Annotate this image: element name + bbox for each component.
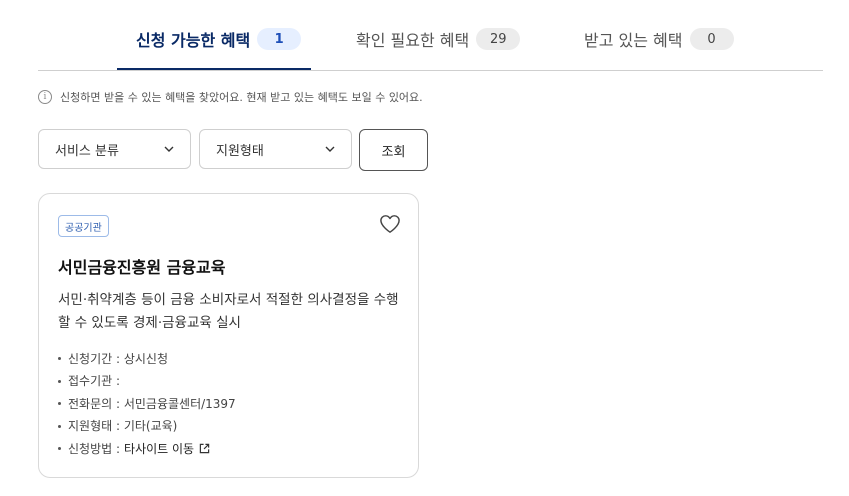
agency-tag: 공공기관 — [58, 215, 109, 237]
tab-needs-check[interactable]: 확인 필요한 혜택 29 — [356, 24, 521, 54]
benefit-tabs: 신청 가능한 혜택 1 확인 필요한 혜택 29 받고 있는 혜택 0 — [38, 0, 823, 71]
external-site-link-label: 타사이트 이동 — [124, 441, 195, 456]
meta-office: 접수기관 : — [58, 370, 236, 393]
category-select[interactable]: 서비스 분류 — [38, 129, 191, 169]
info-text: 신청하면 받을 수 있는 혜택을 찾았어요. 현재 받고 있는 혜택도 보일 수… — [60, 91, 423, 104]
support-type-select[interactable]: 지원형태 — [199, 129, 352, 169]
tab-available-label: 신청 가능한 혜택 — [136, 31, 251, 50]
meta-type: 지원형태 : 기타(교육) — [58, 415, 236, 438]
card-title[interactable]: 서민금융진흥원 금융교육 — [58, 254, 226, 278]
tab-needs-check-label: 확인 필요한 혜택 — [356, 31, 470, 50]
support-type-select-value: 지원형태 — [216, 143, 264, 159]
benefit-card[interactable]: 공공기관 서민금융진흥원 금융교육 서민·취약계층 등이 금융 소비자로서 적절… — [38, 193, 419, 478]
heart-icon[interactable] — [379, 214, 401, 234]
chevron-down-icon — [325, 146, 335, 152]
tab-available[interactable]: 신청 가능한 혜택 1 — [136, 24, 302, 54]
info-icon: i — [38, 90, 52, 104]
tab-receiving-label: 받고 있는 혜택 — [584, 31, 683, 50]
tab-receiving[interactable]: 받고 있는 혜택 0 — [584, 24, 734, 54]
search-button[interactable]: 조회 — [359, 129, 428, 171]
tab-receiving-count: 0 — [689, 28, 734, 50]
meta-phone: 전화문의 : 서민금융콜센터/1397 — [58, 392, 236, 415]
card-meta-list: 신청기간 : 상시신청 접수기관 : 전화문의 : 서민금융콜센터/1397 지… — [58, 347, 236, 460]
info-notice: i 신청하면 받을 수 있는 혜택을 찾았어요. 현재 받고 있는 혜택도 보일… — [38, 89, 423, 105]
meta-method: 신청방법 : 타사이트 이동 — [58, 437, 236, 460]
meta-method-label: 신청방법 : — [68, 441, 121, 456]
active-tab-indicator — [117, 68, 311, 70]
tab-needs-check-count: 29 — [476, 28, 521, 50]
chevron-down-icon — [164, 146, 174, 152]
external-site-link[interactable]: 타사이트 이동 — [124, 440, 210, 457]
meta-period: 신청기간 : 상시신청 — [58, 347, 236, 370]
tab-available-count: 1 — [257, 28, 302, 50]
external-link-icon — [199, 443, 210, 453]
card-description: 서민·취약계층 등이 금융 소비자로서 적절한 의사결정을 수행할 수 있도록 … — [58, 292, 399, 331]
category-select-value: 서비스 분류 — [55, 143, 119, 159]
